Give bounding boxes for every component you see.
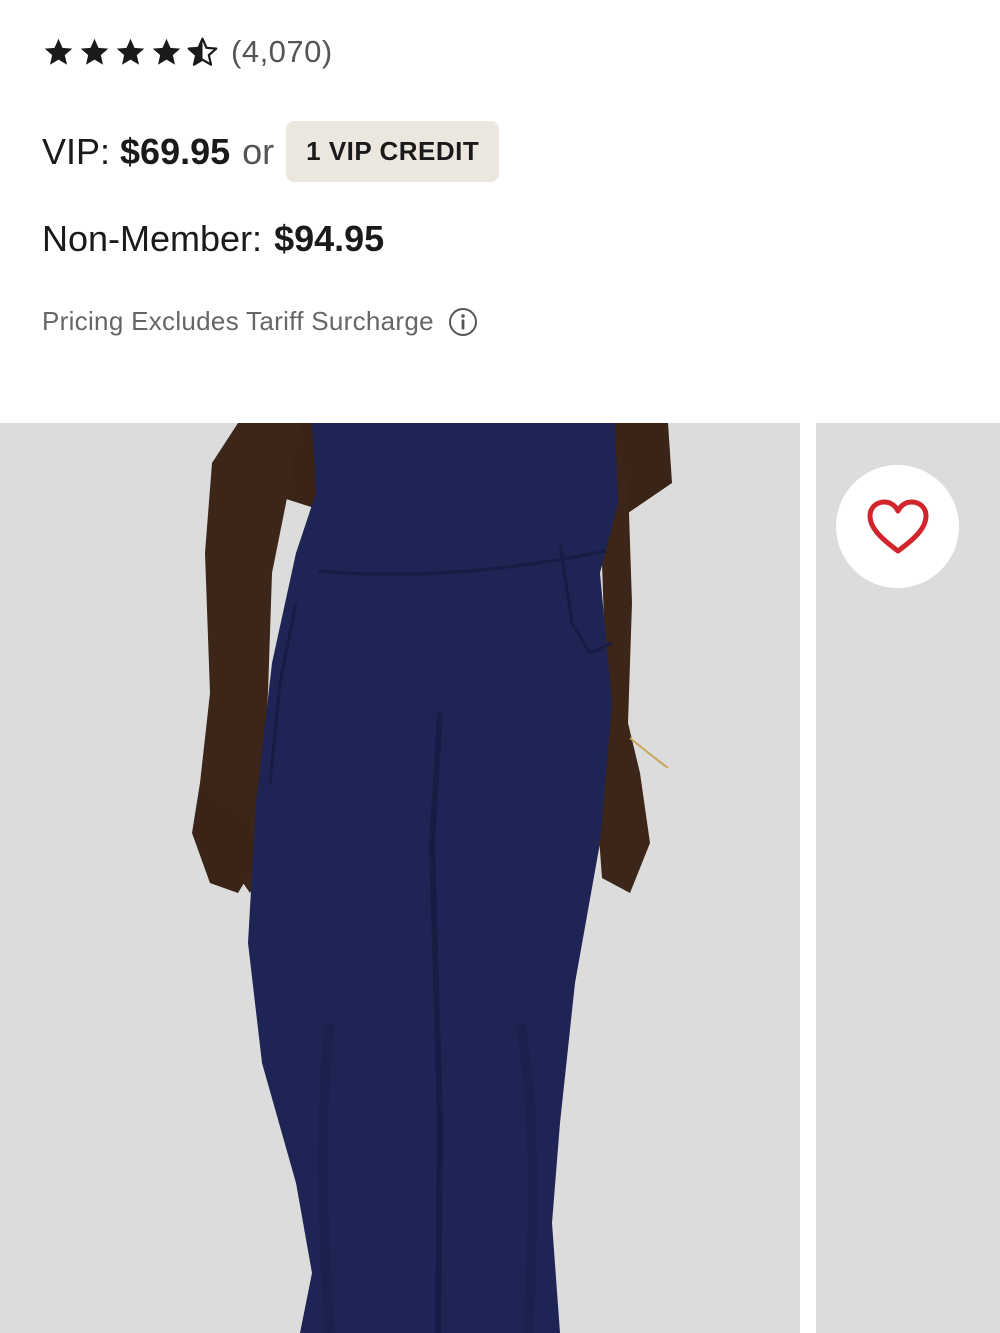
non-member-price-row: Non-Member: $94.95 xyxy=(42,218,384,260)
vip-price: $69.95 xyxy=(120,130,231,172)
vip-credit-badge[interactable]: 1 VIP CREDIT xyxy=(286,121,500,182)
product-photo-illustration xyxy=(0,423,800,1333)
star-icon xyxy=(80,38,109,65)
star-rating xyxy=(42,36,219,69)
non-member-price-label: Non-Member: xyxy=(42,218,263,259)
product-photo[interactable] xyxy=(0,423,800,1333)
half-star-icon xyxy=(187,37,218,66)
product-info: (4,070) VIP: $69.95 or 1 VIP CREDIT Non-… xyxy=(0,0,1000,423)
star-icon xyxy=(116,38,145,65)
product-image-carousel[interactable] xyxy=(0,423,1000,1333)
heart-outline-icon xyxy=(867,499,928,553)
star-icon xyxy=(152,38,181,65)
star-icon xyxy=(44,38,73,65)
tariff-note-text: Pricing Excludes Tariff Surcharge xyxy=(42,306,434,336)
vip-price-label: VIP: xyxy=(42,130,111,172)
favorite-button[interactable] xyxy=(836,465,959,588)
vip-price-row: VIP: $69.95 or 1 VIP CREDIT xyxy=(42,121,500,182)
non-member-price: $94.95 xyxy=(274,218,385,259)
or-separator: or xyxy=(242,130,275,172)
info-icon[interactable] xyxy=(448,307,478,337)
tariff-note[interactable]: Pricing Excludes Tariff Surcharge xyxy=(42,306,478,337)
rating-summary[interactable]: (4,070) xyxy=(42,34,333,70)
review-count[interactable]: (4,070) xyxy=(231,34,333,70)
